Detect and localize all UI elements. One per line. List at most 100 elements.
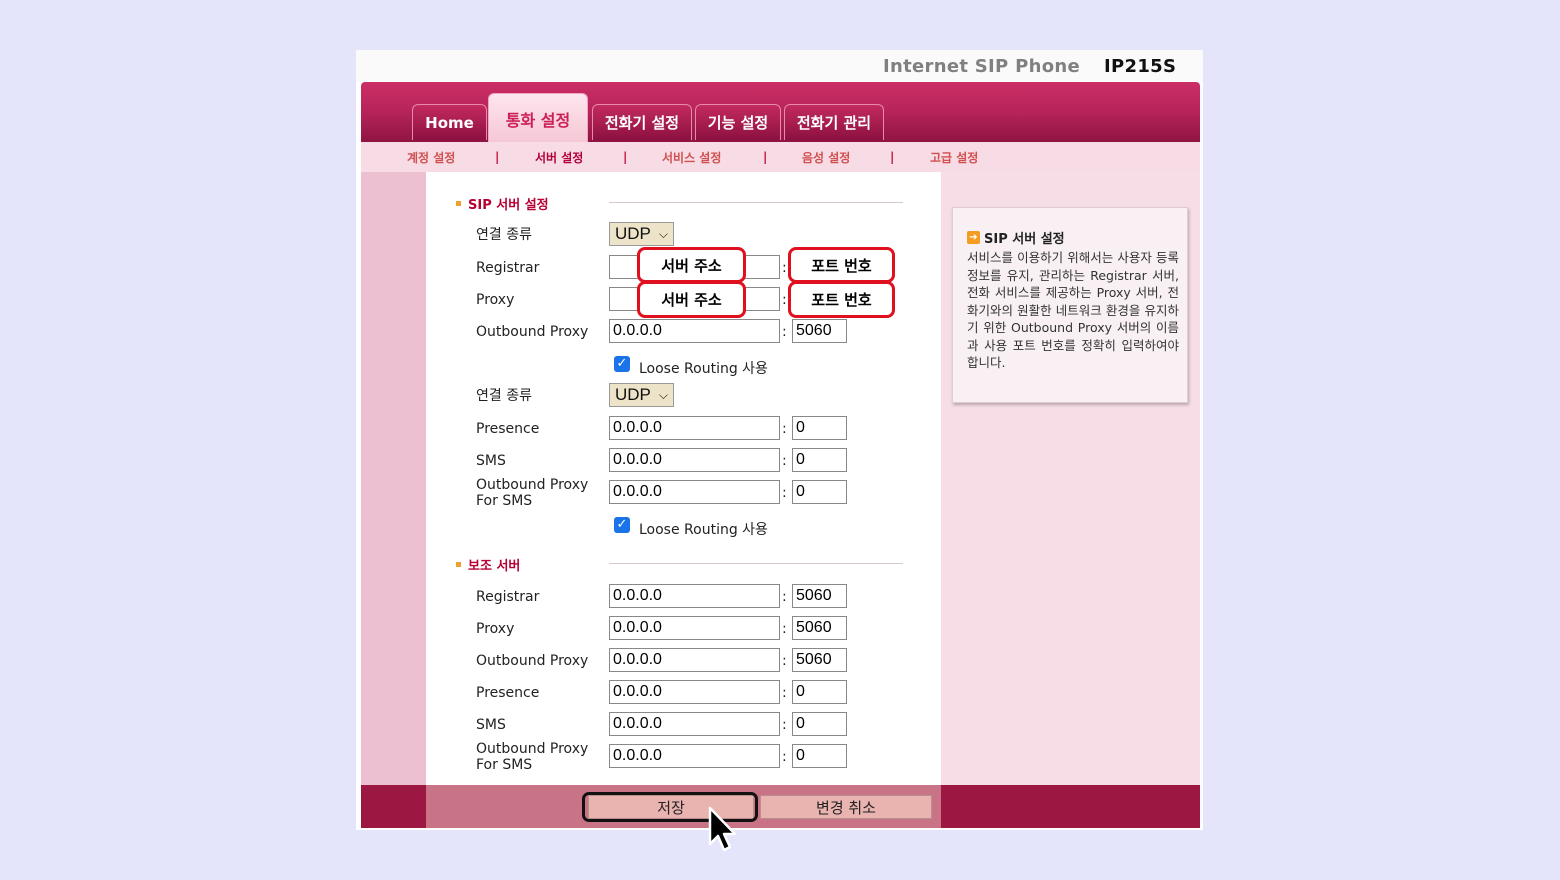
tab-feature-settings[interactable]: 기능 설정 bbox=[695, 104, 781, 140]
subnav-server[interactable]: 서버 설정 bbox=[535, 149, 583, 166]
backup-outbound-proxy-label: Outbound Proxy bbox=[476, 653, 589, 669]
backup-sms-label: SMS bbox=[476, 717, 506, 733]
loose-routing-label: Loose Routing 사용 bbox=[639, 361, 768, 377]
backup-proxy-address-input[interactable]: 0.0.0.0 bbox=[609, 616, 780, 640]
backup-proxy-port-input[interactable]: 5060 bbox=[792, 616, 847, 640]
help-body: 서비스를 이용하기 위해서는 사용자 등록 정보를 유지, 관리하는 Regis… bbox=[967, 250, 1179, 370]
colon-separator: : bbox=[782, 453, 787, 469]
backup-presence-port-input[interactable]: 0 bbox=[792, 680, 847, 704]
chevron-down-icon: ⌵ bbox=[658, 388, 668, 402]
left-sidebar bbox=[361, 172, 426, 785]
conn-type-2-value: UDP bbox=[615, 385, 651, 404]
colon-separator: : bbox=[782, 485, 787, 501]
outbound-proxy-label: Outbound Proxy bbox=[476, 324, 589, 340]
tab-home[interactable]: Home bbox=[412, 104, 487, 140]
divider bbox=[609, 202, 903, 203]
colon-separator: : bbox=[782, 324, 787, 340]
backup-outbound-proxy-address-input[interactable]: 0.0.0.0 bbox=[609, 648, 780, 672]
conn-type-label: 연결 종류 bbox=[476, 227, 532, 243]
conn-type-select[interactable]: UDP ⌵ bbox=[609, 222, 674, 246]
help-pane: ➔ SIP 서버 설정 서비스를 이용하기 위해서는 사용자 등록 정보를 유지… bbox=[941, 172, 1200, 785]
conn-type-2-select[interactable]: UDP ⌵ bbox=[609, 383, 674, 407]
backup-outbound-proxy-port-input[interactable]: 5060 bbox=[792, 648, 847, 672]
outbound-proxy-address-input[interactable]: 0.0.0.0 bbox=[609, 319, 780, 343]
outbound-sms-address-input[interactable]: 0.0.0.0 bbox=[609, 480, 780, 504]
help-title: ➔ SIP 서버 설정 bbox=[967, 228, 1179, 247]
backup-outbound-sms-label-2: For SMS bbox=[476, 757, 533, 773]
backup-sms-address-input[interactable]: 0.0.0.0 bbox=[609, 712, 780, 736]
subnav-separator: | bbox=[763, 150, 768, 164]
colon-separator: : bbox=[782, 260, 787, 276]
proxy-label: Proxy bbox=[476, 292, 515, 308]
outbound-proxy-port-input[interactable]: 5060 bbox=[792, 319, 847, 343]
colon-separator: : bbox=[782, 292, 787, 308]
arrow-right-icon: ➔ bbox=[967, 231, 980, 244]
subnav-separator: | bbox=[495, 150, 500, 164]
tab-phone-settings[interactable]: 전화기 설정 bbox=[592, 104, 692, 140]
loose-routing-2-checkbox[interactable]: ✓ bbox=[614, 517, 630, 533]
conn-type-2-label: 연결 종류 bbox=[476, 388, 532, 404]
loose-routing-2-label: Loose Routing 사용 bbox=[639, 522, 768, 538]
backup-registrar-address-input[interactable]: 0.0.0.0 bbox=[609, 584, 780, 608]
tab-phone-management[interactable]: 전화기 관리 bbox=[784, 104, 884, 140]
presence-address-input[interactable]: 0.0.0.0 bbox=[609, 416, 780, 440]
presence-label: Presence bbox=[476, 421, 540, 437]
nav-header: Home 통화 설정 전화기 설정 기능 설정 전화기 관리 bbox=[361, 82, 1200, 143]
backup-registrar-port-input[interactable]: 5060 bbox=[792, 584, 847, 608]
help-box: ➔ SIP 서버 설정 서비스를 이용하기 위해서는 사용자 등록 정보를 유지… bbox=[952, 207, 1188, 403]
backup-presence-address-input[interactable]: 0.0.0.0 bbox=[609, 680, 780, 704]
registrar-label: Registrar bbox=[476, 260, 540, 276]
backup-section-title-text: 보조 서버 bbox=[468, 559, 521, 574]
divider bbox=[609, 563, 903, 564]
outbound-sms-label-2: For SMS bbox=[476, 493, 533, 509]
loose-routing-checkbox[interactable]: ✓ bbox=[614, 356, 630, 372]
colon-separator: : bbox=[782, 717, 787, 733]
sip-section-title: SIP 서버 설정 bbox=[456, 194, 549, 213]
backup-outbound-sms-address-input[interactable]: 0.0.0.0 bbox=[609, 744, 780, 768]
colon-separator: : bbox=[782, 589, 787, 605]
subnav-service[interactable]: 서비스 설정 bbox=[662, 149, 721, 166]
backup-presence-label: Presence bbox=[476, 685, 540, 701]
product-model: IP215S bbox=[1104, 56, 1177, 77]
sms-label: SMS bbox=[476, 453, 506, 469]
sms-port-input[interactable]: 0 bbox=[792, 448, 847, 472]
subnav-separator: | bbox=[623, 150, 628, 164]
backup-section-title: 보조 서버 bbox=[456, 555, 520, 574]
cancel-changes-button[interactable]: 변경 취소 bbox=[760, 795, 932, 819]
backup-outbound-sms-port-input[interactable]: 0 bbox=[792, 744, 847, 768]
subnav-advanced[interactable]: 고급 설정 bbox=[930, 149, 978, 166]
colon-separator: : bbox=[782, 749, 787, 765]
colon-separator: : bbox=[782, 653, 787, 669]
bullet-icon bbox=[456, 201, 461, 206]
server-address-callout: 서버 주소 bbox=[637, 247, 746, 283]
port-number-callout: 포트 번호 bbox=[788, 281, 895, 318]
title-bar: Internet SIP Phone IP215S bbox=[356, 50, 1203, 82]
sms-address-input[interactable]: 0.0.0.0 bbox=[609, 448, 780, 472]
subnav-account[interactable]: 계정 설정 bbox=[407, 149, 455, 166]
chevron-down-icon: ⌵ bbox=[658, 227, 668, 241]
backup-proxy-label: Proxy bbox=[476, 621, 515, 637]
colon-separator: : bbox=[782, 621, 787, 637]
backup-sms-port-input[interactable]: 0 bbox=[792, 712, 847, 736]
footer-bar: 저장 변경 취소 bbox=[361, 785, 1200, 828]
mouse-cursor-icon bbox=[708, 806, 737, 852]
colon-separator: : bbox=[782, 421, 787, 437]
outbound-sms-port-input[interactable]: 0 bbox=[792, 480, 847, 504]
tab-call-settings[interactable]: 통화 설정 bbox=[488, 93, 588, 143]
bullet-icon bbox=[456, 562, 461, 567]
sub-navigation: 계정 설정 | 서버 설정 | 서비스 설정 | 음성 설정 | 고급 설정 bbox=[361, 142, 1200, 172]
backup-registrar-label: Registrar bbox=[476, 589, 540, 605]
sip-section-title-text: SIP 서버 설정 bbox=[468, 198, 549, 213]
router-admin-window: Internet SIP Phone IP215S Home 통화 설정 전화기… bbox=[356, 50, 1203, 830]
presence-port-input[interactable]: 0 bbox=[792, 416, 847, 440]
subnav-voice[interactable]: 음성 설정 bbox=[802, 149, 850, 166]
colon-separator: : bbox=[782, 685, 787, 701]
subnav-separator: | bbox=[890, 150, 895, 164]
outbound-sms-label-1: Outbound Proxy bbox=[476, 477, 589, 493]
server-address-callout: 서버 주소 bbox=[637, 281, 746, 318]
backup-outbound-sms-label-1: Outbound Proxy bbox=[476, 741, 589, 757]
product-name: Internet SIP Phone bbox=[883, 56, 1081, 77]
conn-type-value: UDP bbox=[615, 224, 651, 243]
port-number-callout: 포트 번호 bbox=[788, 247, 895, 283]
help-title-text: SIP 서버 설정 bbox=[984, 232, 1065, 247]
